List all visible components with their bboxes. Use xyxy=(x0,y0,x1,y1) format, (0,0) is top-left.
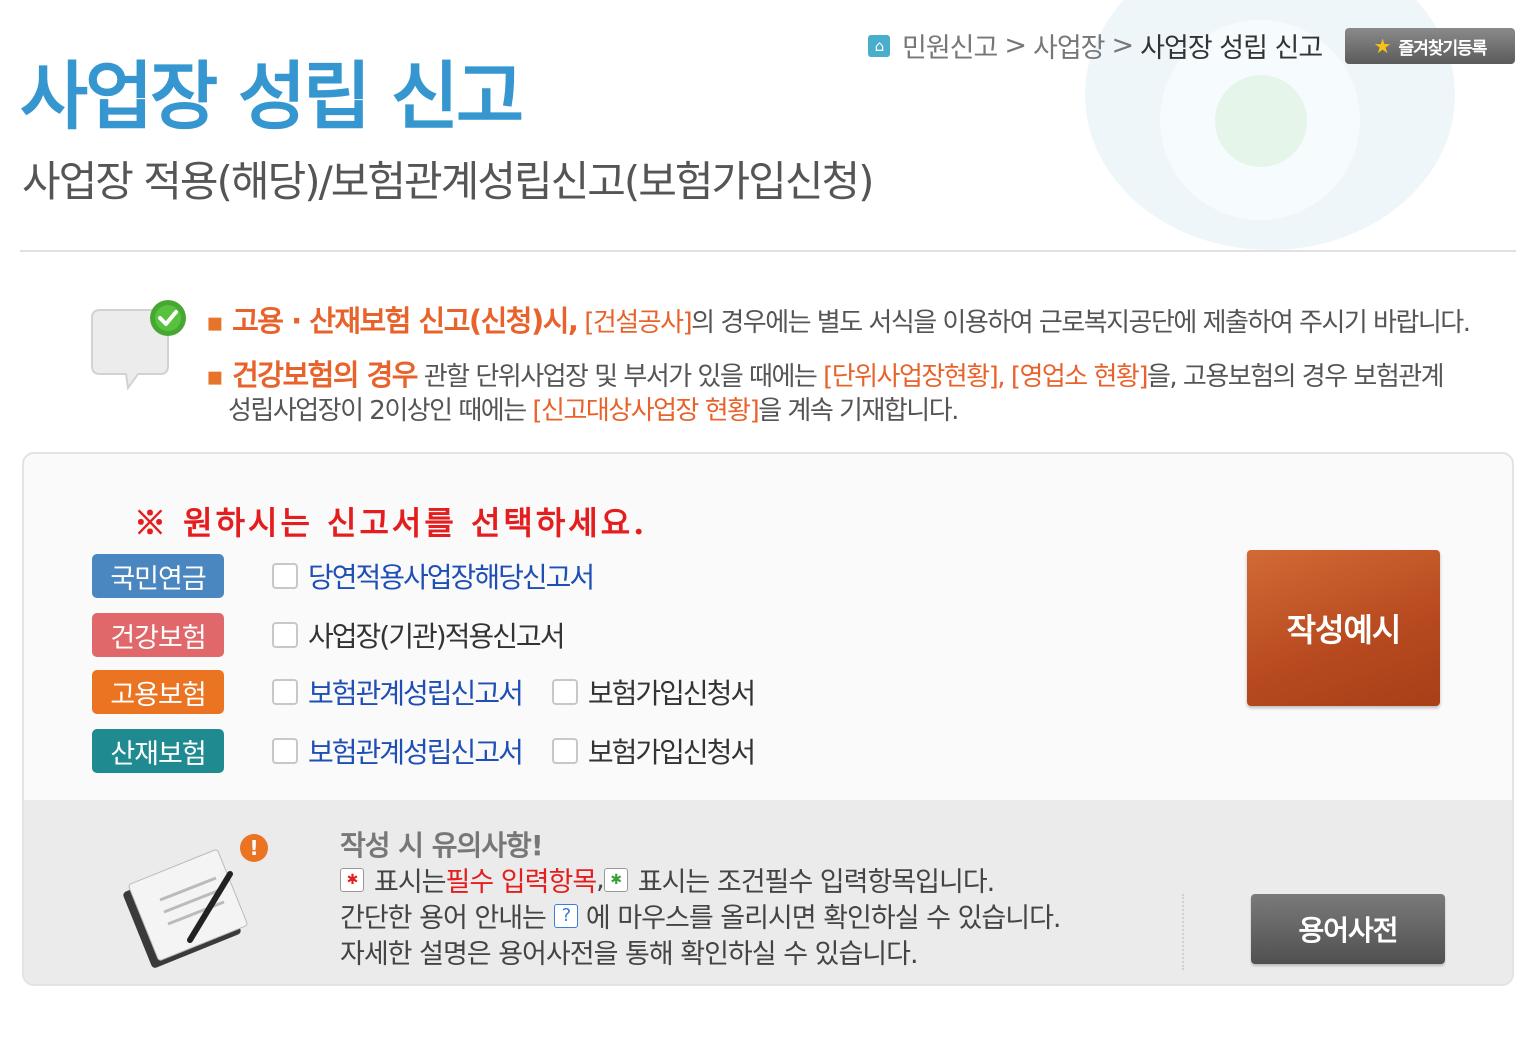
notice-health-insurance: ▪ 건강보험의 경우 관할 단위사업장 및 부서가 있을 때에는 [단위사업장현황… xyxy=(206,358,1445,426)
option-label: 보험가입신청서 xyxy=(587,736,756,769)
construction-link[interactable]: [건설공사] xyxy=(584,308,692,338)
option-label: 당연적용사업장해당신고서 xyxy=(308,561,595,594)
notes-required-text: 필수 입력항목 xyxy=(445,867,598,898)
example-button[interactable]: 작성예시 xyxy=(1247,550,1440,706)
breadcrumb-separator: > xyxy=(1111,30,1135,61)
checkbox[interactable] xyxy=(272,563,298,589)
category-tag: 국민연금 xyxy=(92,554,224,598)
option-label: 보험가입신청서 xyxy=(587,677,756,710)
option-workplace-application[interactable]: 사업장(기관)적용신고서 xyxy=(272,615,565,655)
background-decoration xyxy=(1215,75,1307,167)
checkbox[interactable] xyxy=(272,738,298,764)
notes-line: 자세한 설명은 용어사전을 통해 확인하실 수 있습니다. xyxy=(340,939,919,970)
breadcrumb-item[interactable]: 민원신고 xyxy=(902,26,998,65)
page-title: 사업장 성립 신고 xyxy=(20,54,524,140)
option-insurance-establishment[interactable]: 보험관계성립신고서 xyxy=(272,672,524,712)
notes-title: 작성 시 유의사항! xyxy=(340,829,544,862)
notice-highlight: 고용 · 산재보험 신고(신청)시, xyxy=(232,304,579,338)
option-insurance-establishment[interactable]: 보험관계성립신고서 xyxy=(272,731,524,771)
add-favorite-button[interactable]: ★ 즐겨찾기등록 xyxy=(1345,28,1515,64)
notes-line: ✱ 표시는 필수 입력항목, ✱ 표시는 조건필수 입력항목입니다. xyxy=(340,860,996,899)
divider xyxy=(1182,894,1184,970)
option-label: 보험관계성립신고서 xyxy=(308,736,524,769)
checkbox[interactable] xyxy=(272,622,298,648)
checkbox[interactable] xyxy=(551,738,578,764)
option-insurance-subscription[interactable]: 보험가입신청서 xyxy=(551,672,756,712)
notes-text: , xyxy=(596,864,605,895)
page-subtitle: 사업장 적용(해당)/보험관계성립신고(보험가입신청) xyxy=(22,157,874,206)
speech-bubble-check-icon xyxy=(91,300,186,391)
notes-line: 간단한 용어 안내는 ? 에 마우스를 올리시면 확인하실 수 있습니다. xyxy=(340,896,1062,935)
required-mark-icon: ✱ xyxy=(340,867,364,892)
unit-workplace-link[interactable]: [단위사업장현황], [영업소 현황] xyxy=(823,362,1148,392)
notes-text: 간단한 용어 안내는 xyxy=(340,903,547,934)
breadcrumb-current: 사업장 성립 신고 xyxy=(1140,33,1323,64)
row-industrial-accident-insurance: 산재보험 보험관계성립신고서 보험가입신청서 xyxy=(92,729,784,773)
document-pen-icon: ! xyxy=(123,834,268,968)
home-icon[interactable]: ⌂ xyxy=(868,34,890,57)
category-tag: 고용보험 xyxy=(92,670,224,714)
category-tag: 건강보험 xyxy=(92,613,224,657)
row-national-pension: 국민연금 당연적용사업장해당신고서 xyxy=(92,554,623,598)
checkbox[interactable] xyxy=(272,679,298,705)
notice-text: 을, 고용보험의 경우 보험관계 xyxy=(1146,362,1445,392)
notice-text: 성립사업장이 2이상인 때에는 xyxy=(228,396,533,426)
option-label: 사업장(기관)적용신고서 xyxy=(308,620,565,653)
star-icon: ★ xyxy=(1373,34,1392,58)
breadcrumb-separator: > xyxy=(1004,30,1027,61)
notes-text: 표시는 xyxy=(374,867,447,898)
notice-construction: ▪ 고용 · 산재보험 신고(신청)시, [건설공사]의 경우에는 별도 서식을 … xyxy=(206,304,1471,338)
checkbox[interactable] xyxy=(551,679,578,705)
category-tag: 산재보험 xyxy=(92,729,224,773)
notes-section: ! 작성 시 유의사항! ✱ 표시는 필수 입력항목, ✱ 표시는 조건필수 입력항… xyxy=(24,800,1512,984)
add-favorite-label: 즐겨찾기등록 xyxy=(1398,38,1488,59)
row-health-insurance: 건강보험 사업장(기관)적용신고서 xyxy=(92,613,593,657)
notice-highlight: 건강보험의 경우 xyxy=(232,358,418,392)
divider xyxy=(20,250,1516,252)
selection-heading: ※ 원하시는 신고서를 선택하세요. xyxy=(134,504,648,542)
row-employment-insurance: 고용보험 보험관계성립신고서 보험가입신청서 xyxy=(92,670,784,714)
conditional-mark-icon: ✱ xyxy=(603,867,628,892)
option-insurance-subscription[interactable]: 보험가입신청서 xyxy=(551,731,756,771)
svg-text:!: ! xyxy=(249,836,258,860)
notice-text: 을 계속 기재합니다. xyxy=(758,396,959,426)
option-label: 보험관계성립신고서 xyxy=(308,677,524,710)
breadcrumb: ⌂ 민원신고 > 사업장 > 사업장 성립 신고 xyxy=(868,26,1323,65)
notice-text: 의 경우에는 별도 서식을 이용하여 근로복지공단에 제출하여 주시기 바랍니다… xyxy=(691,308,1471,338)
notes-text: 에 마우스를 올리시면 확인하실 수 있습니다. xyxy=(585,903,1062,934)
option-applicable-workplace[interactable]: 당연적용사업장해당신고서 xyxy=(272,556,595,596)
notes-text: 표시는 조건필수 입력항목입니다. xyxy=(637,867,996,898)
breadcrumb-item[interactable]: 사업장 xyxy=(1033,26,1106,65)
glossary-button[interactable]: 용어사전 xyxy=(1251,894,1445,964)
help-question-icon[interactable]: ? xyxy=(553,903,578,928)
target-workplace-link[interactable]: [신고대상사업장 현황] xyxy=(532,396,759,426)
form-selection-panel: ※ 원하시는 신고서를 선택하세요. 국민연금 당연적용사업장해당신고서 건강보… xyxy=(22,452,1514,986)
notice-text: 관할 단위사업장 및 부서가 있을 때에는 xyxy=(416,362,824,392)
